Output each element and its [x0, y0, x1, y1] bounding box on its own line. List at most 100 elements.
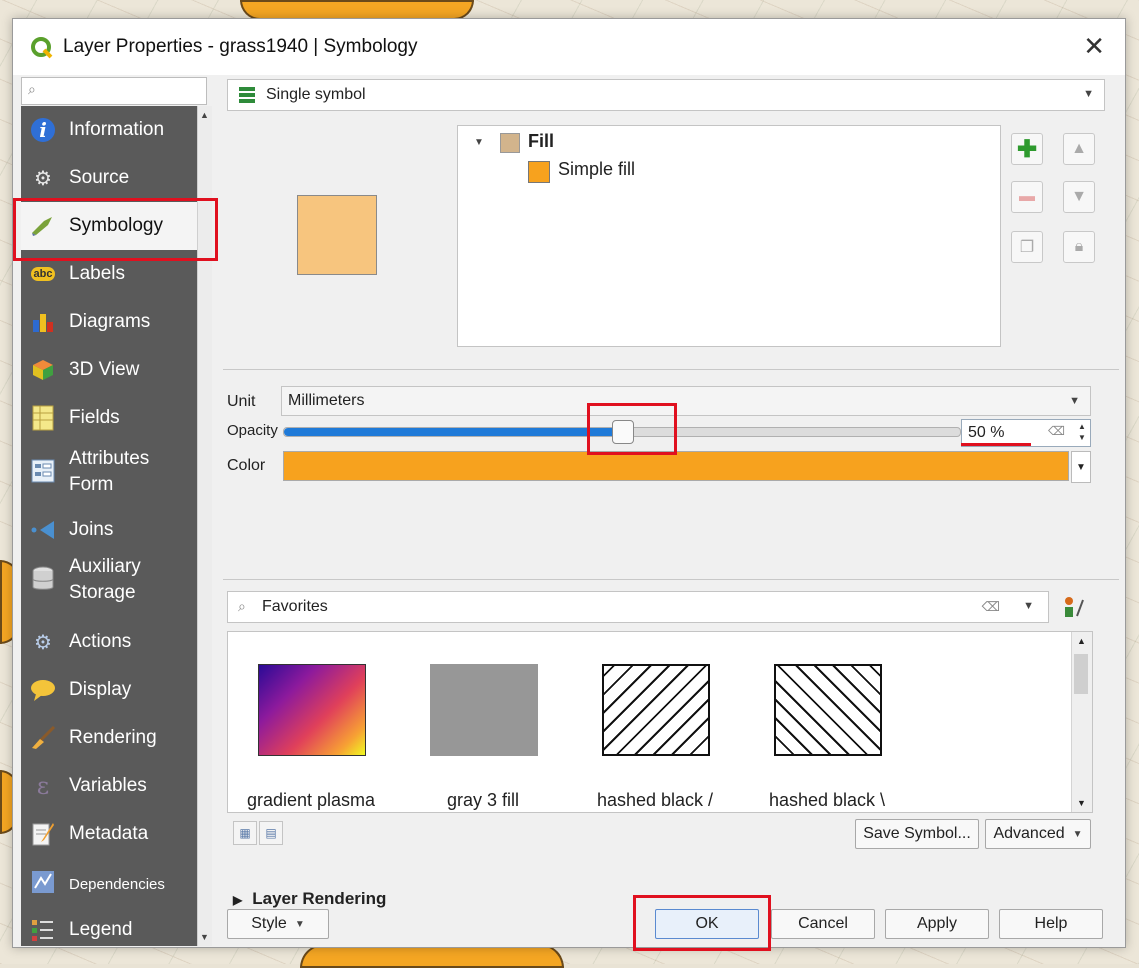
layer-rendering-toggle[interactable]: ▶ Layer Rendering — [233, 889, 386, 909]
chevron-down-icon[interactable]: ▼ — [1023, 600, 1034, 612]
sidebar-item-display[interactable]: Display — [21, 666, 197, 714]
symbol-layer-tree[interactable]: ▼ Fill Simple fill — [457, 125, 1001, 347]
chevron-down-icon: ▼ — [1069, 395, 1080, 407]
clear-icon[interactable]: ⌫ — [982, 599, 1000, 615]
duplicate-layer-button[interactable]: ❐ — [1011, 231, 1043, 263]
fill-swatch — [500, 133, 520, 153]
unit-label: Unit — [227, 393, 256, 410]
sidebar-search-input[interactable]: ⌕ — [21, 77, 207, 105]
lock-layer-button[interactable]: 🔒︎ — [1063, 231, 1095, 263]
scroll-thumb[interactable] — [1074, 654, 1088, 694]
lock-icon: 🔒︎ — [1074, 238, 1084, 255]
sidebar-item-label: Labels — [69, 263, 125, 284]
cancel-button[interactable]: Cancel — [771, 909, 875, 939]
spin-arrows-icon[interactable]: ▲ ▼ — [1076, 421, 1088, 443]
highlight-box-ok — [633, 895, 771, 951]
symbol-item[interactable]: gray 3 fill — [408, 664, 558, 812]
icon-view-button[interactable]: ▦ — [233, 821, 257, 845]
highlight-box-symbology — [13, 198, 218, 261]
search-icon: ⌕ — [28, 81, 36, 97]
color-button[interactable] — [283, 451, 1069, 481]
style-manager-button[interactable] — [1059, 593, 1089, 621]
expand-right-icon: ▶ — [233, 893, 243, 907]
close-icon[interactable]: ✕ — [1083, 31, 1105, 62]
expand-icon[interactable]: ▼ — [474, 137, 484, 148]
layer-properties-dialog: Layer Properties - grass1940 | Symbology… — [12, 18, 1126, 951]
opacity-slider-fill — [284, 428, 622, 436]
sidebar-item-attributes-form[interactable]: Attributes Form — [21, 442, 197, 502]
sidebar-item-fields[interactable]: Fields — [21, 394, 197, 442]
gradient-plasma-thumb — [258, 664, 366, 756]
actions-icon: ⚙ — [34, 631, 52, 654]
sidebar-item-source[interactable]: ⚙ Source — [21, 154, 197, 202]
scroll-up-icon[interactable]: ▲ — [1077, 636, 1086, 646]
sidebar-item-dependencies[interactable]: Dependencies — [21, 858, 197, 906]
chevron-down-icon: ▼ — [294, 918, 305, 930]
sidebar-item-legend[interactable]: Legend — [21, 906, 197, 946]
sidebar-item-actions[interactable]: ⚙ Actions — [21, 618, 197, 666]
sidebar-item-auxiliary-storage[interactable]: Auxiliary Storage — [21, 550, 197, 610]
sidebar-item-label: Dependencies — [69, 876, 165, 893]
symbol-item[interactable]: hashed black / — [580, 664, 730, 812]
sidebar-item-label: Diagrams — [69, 311, 151, 332]
layer-rendering-label: Layer Rendering — [252, 889, 387, 908]
duplicate-icon: ❐ — [1019, 239, 1035, 256]
advanced-button[interactable]: Advanced ▼ — [985, 819, 1091, 849]
symbol-search-value: Favorites — [262, 598, 328, 615]
scroll-down-icon[interactable]: ▼ — [200, 932, 209, 942]
gallery-scrollbar[interactable]: ▲ ▼ — [1071, 632, 1092, 812]
information-icon: i — [29, 117, 57, 143]
symbol-gallery: gradient plasma gray 3 fill hashed black… — [227, 631, 1093, 813]
move-up-button[interactable]: ▲ — [1063, 133, 1095, 165]
joins-icon — [29, 517, 57, 543]
auxiliary-storage-icon — [29, 566, 57, 592]
symbol-item[interactable]: hashed black \ — [752, 664, 902, 812]
save-symbol-button[interactable]: Save Symbol... — [855, 819, 979, 849]
sidebar-item-metadata[interactable]: Metadata — [21, 810, 197, 858]
arrow-down-icon: ▼ — [1071, 188, 1087, 205]
tree-item-label: Simple fill — [558, 159, 636, 179]
list-view-button[interactable]: ▤ — [259, 821, 283, 845]
qgis-logo-icon — [31, 37, 53, 59]
sidebar-item-variables[interactable]: ε Variables — [21, 762, 197, 810]
arrow-up-icon: ▲ — [1071, 140, 1087, 157]
sidebar-item-label: Display — [69, 679, 132, 700]
rendering-icon — [29, 725, 57, 751]
diagrams-icon — [29, 309, 57, 335]
symbol-item[interactable]: gradient plasma — [236, 664, 386, 812]
divider — [223, 579, 1119, 580]
sidebar-item-diagrams[interactable]: Diagrams — [21, 298, 197, 346]
chevron-down-icon: ▼ — [1083, 88, 1094, 100]
sidebar-item-label: Information — [69, 119, 165, 140]
color-menu-button[interactable]: ▼ — [1071, 451, 1091, 483]
sidebar-item-3d-view[interactable]: 3D View — [21, 346, 197, 394]
symbol-label: gradient plasma — [246, 790, 376, 810]
sidebar-item-rendering[interactable]: Rendering — [21, 714, 197, 762]
sidebar-item-label: Joins — [69, 519, 114, 540]
sidebar-item-joins[interactable]: Joins — [21, 506, 197, 554]
clear-icon[interactable]: ⌫ — [1048, 424, 1065, 438]
symbol-label: hashed black / — [596, 790, 714, 810]
scroll-up-icon[interactable]: ▲ — [200, 110, 209, 120]
help-button[interactable]: Help — [999, 909, 1103, 939]
fields-icon — [29, 405, 57, 431]
symbol-preview — [297, 195, 377, 275]
remove-layer-button[interactable]: ▬ — [1011, 181, 1043, 213]
scroll-down-icon[interactable]: ▼ — [1077, 798, 1086, 808]
chevron-down-icon: ▼ — [1072, 828, 1083, 840]
style-manager-icon — [1065, 597, 1084, 617]
list-icon: ▤ — [265, 826, 277, 840]
unit-select[interactable]: Millimeters ▼ — [281, 386, 1091, 416]
single-symbol-icon — [239, 87, 255, 103]
apply-button[interactable]: Apply — [885, 909, 989, 939]
style-button[interactable]: Style ▼ — [227, 909, 329, 939]
move-down-button[interactable]: ▼ — [1063, 181, 1095, 213]
symbol-search-input[interactable]: ⌕ Favorites ⌫ ▼ — [227, 591, 1049, 623]
display-icon — [29, 677, 57, 703]
renderer-type-select[interactable]: Single symbol ▼ — [227, 79, 1105, 111]
sidebar-item-information[interactable]: i Information — [21, 106, 197, 154]
map-polygon — [240, 0, 474, 20]
add-layer-button[interactable]: ✚ — [1011, 133, 1043, 165]
grid-icon: ▦ — [239, 826, 251, 840]
plus-icon: ✚ — [1016, 135, 1038, 163]
